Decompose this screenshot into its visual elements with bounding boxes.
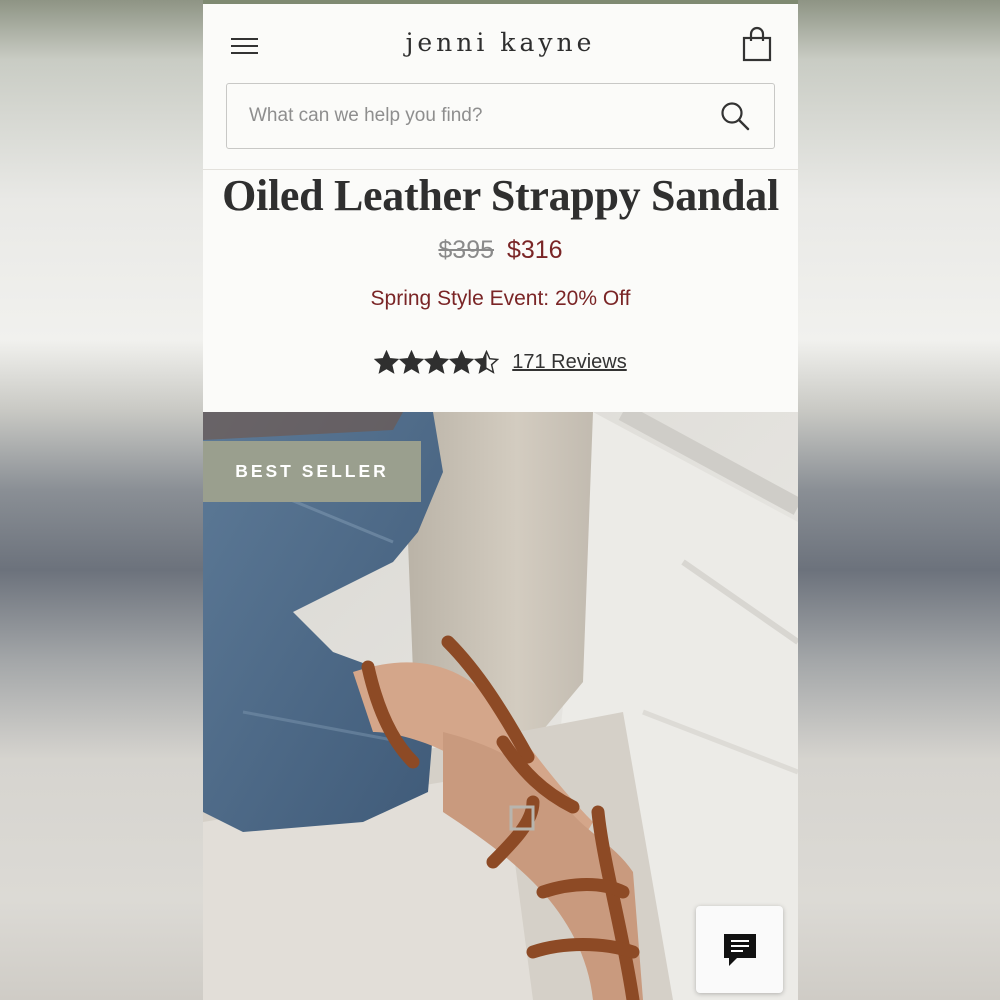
star-full-icon — [449, 349, 475, 374]
search-input[interactable] — [249, 84, 699, 147]
product-title: Oiled Leather Strappy Sandal — [222, 171, 779, 220]
promo-text: Spring Style Event: 20% Off — [370, 287, 631, 310]
star-rating[interactable] — [374, 349, 500, 375]
best-seller-badge: BEST SELLER — [203, 441, 421, 502]
star-full-icon — [424, 349, 450, 374]
star-full-icon — [374, 349, 400, 374]
star-half-icon — [474, 349, 500, 374]
reviews-link[interactable]: 171 Reviews — [512, 351, 627, 374]
background-left-blur — [0, 0, 203, 1000]
mobile-page: jenni kayne Oiled Leather Strappy Sandal… — [203, 0, 798, 1000]
sale-price: $316 — [506, 236, 563, 264]
price-block: $395 $316 — [203, 236, 798, 265]
brand-logo[interactable]: jenni kayne — [203, 28, 798, 57]
search-box — [226, 83, 775, 149]
shopping-bag-icon[interactable] — [742, 26, 772, 62]
site-header: jenni kayne — [203, 4, 798, 170]
background-right-blur — [798, 0, 1000, 1000]
star-full-icon — [399, 349, 425, 374]
search-icon[interactable] — [720, 101, 750, 131]
original-price: $395 — [438, 236, 495, 264]
chat-icon[interactable] — [696, 906, 783, 993]
rating-row: 171 Reviews — [203, 345, 798, 379]
